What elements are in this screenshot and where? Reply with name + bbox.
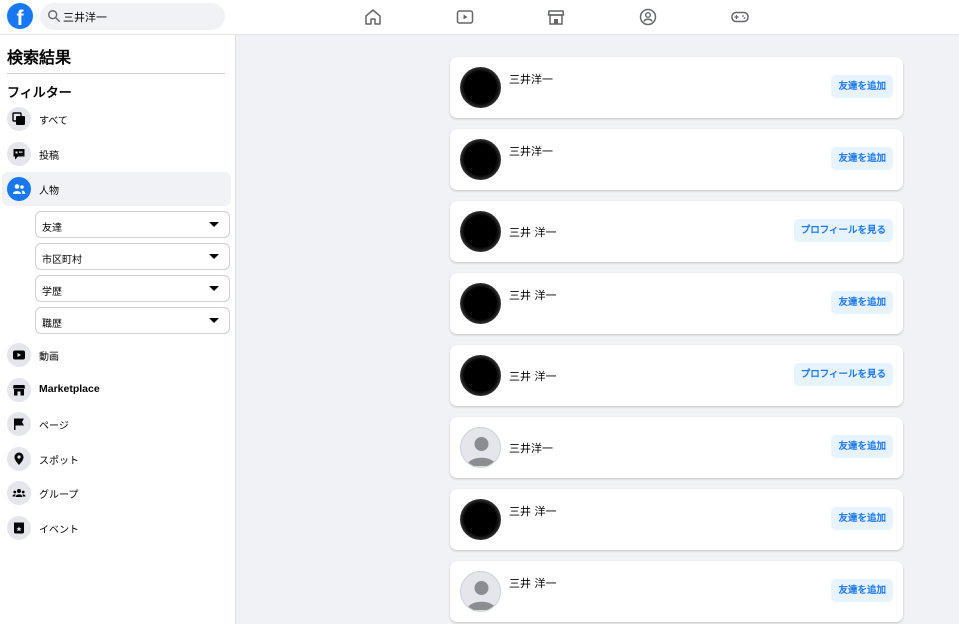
sidebar-item-label: すべて xyxy=(39,116,68,127)
friends-filter-select[interactable]: 友達 xyxy=(35,211,230,238)
chevron-down-icon xyxy=(209,222,219,227)
add-friend-button[interactable]: 友達を追加 xyxy=(831,291,893,314)
avatar[interactable] xyxy=(460,211,501,252)
sidebar-item-label: ページ xyxy=(39,421,69,432)
sidebar-item-people[interactable]: 人物 xyxy=(2,172,231,206)
avatar[interactable] xyxy=(460,499,501,540)
watch-icon[interactable] xyxy=(455,7,475,27)
city-filter-select[interactable]: 市区町村 xyxy=(35,243,230,270)
select-label: 職歴 xyxy=(42,319,62,330)
result-name[interactable]: 三井 洋一 xyxy=(509,287,557,303)
add-friend-button[interactable]: 友達を追加 xyxy=(831,147,893,170)
avatar[interactable] xyxy=(460,571,501,612)
sidebar-item-groups[interactable]: グループ xyxy=(2,476,231,510)
all-icon xyxy=(12,112,25,125)
facebook-logo[interactable]: f xyxy=(7,3,33,29)
sidebar-item-events[interactable]: イベント xyxy=(2,511,231,545)
work-filter-select[interactable]: 職歴 xyxy=(35,307,230,334)
result-name[interactable]: 三井 洋一 xyxy=(509,575,557,591)
sidebar-item-videos[interactable]: 動画 xyxy=(2,338,231,372)
avatar[interactable] xyxy=(460,67,501,108)
sidebar-item-label: グループ xyxy=(39,490,79,501)
sidebar-item-all[interactable]: すべて xyxy=(2,102,231,136)
avatar[interactable] xyxy=(460,355,501,396)
divider xyxy=(7,73,225,74)
add-friend-button[interactable]: 友達を追加 xyxy=(831,579,893,602)
sidebar-item-label: 動画 xyxy=(39,352,59,363)
marketplace-icon xyxy=(13,385,25,396)
search-result-card[interactable]: 三井洋一 友達を追加 xyxy=(450,417,903,478)
sidebar-item-label: イベント xyxy=(39,525,79,536)
groups-icon[interactable] xyxy=(638,7,658,27)
filters-heading: フィルター xyxy=(7,86,72,101)
result-name[interactable]: 三井 洋一 xyxy=(509,224,557,240)
search-result-card[interactable]: 三井 洋一 プロフィールを見る xyxy=(450,345,903,406)
groups-icon xyxy=(12,489,26,497)
sidebar-item-pages[interactable]: ページ xyxy=(2,407,231,441)
location-pin-icon xyxy=(14,452,24,465)
view-profile-button[interactable]: プロフィールを見る xyxy=(793,363,893,386)
search-result-card[interactable]: 三井洋一 友達を追加 xyxy=(450,57,903,118)
page-flag-icon xyxy=(14,418,24,430)
people-icon xyxy=(12,184,26,194)
select-label: 学歴 xyxy=(42,287,62,298)
result-name[interactable]: 三井洋一 xyxy=(509,71,553,87)
chevron-down-icon xyxy=(209,318,219,323)
search-result-card[interactable]: 三井 洋一 友達を追加 xyxy=(450,489,903,550)
result-name[interactable]: 三井洋一 xyxy=(509,440,553,456)
posts-icon xyxy=(13,149,25,160)
event-icon xyxy=(14,522,24,534)
sidebar-item-label: スポット xyxy=(39,456,79,467)
marketplace-icon[interactable] xyxy=(546,7,566,27)
page-title: 検索結果 xyxy=(7,48,72,67)
default-avatar-icon xyxy=(467,581,496,610)
search-result-card[interactable]: 三井洋一 友達を追加 xyxy=(450,129,903,190)
add-friend-button[interactable]: 友達を追加 xyxy=(831,75,893,98)
avatar[interactable] xyxy=(460,283,501,324)
search-input[interactable] xyxy=(63,7,213,26)
sidebar-item-label: Marketplace xyxy=(39,383,100,395)
select-label: 市区町村 xyxy=(42,255,82,266)
search-icon xyxy=(48,10,60,22)
education-filter-select[interactable]: 学歴 xyxy=(35,275,230,302)
default-avatar-icon xyxy=(467,437,496,466)
search-result-card[interactable]: 三井 洋一 友達を追加 xyxy=(450,273,903,334)
result-name[interactable]: 三井 洋一 xyxy=(509,368,557,384)
search-box[interactable] xyxy=(40,3,225,30)
home-icon[interactable] xyxy=(363,7,383,27)
sidebar-item-places[interactable]: スポット xyxy=(2,442,231,476)
avatar[interactable] xyxy=(460,139,501,180)
result-name[interactable]: 三井洋一 xyxy=(509,143,553,159)
video-icon xyxy=(13,350,25,360)
top-bar: f xyxy=(0,0,959,35)
result-name[interactable]: 三井 洋一 xyxy=(509,503,557,519)
select-label: 友達 xyxy=(42,223,62,234)
search-filters-sidebar: 検索結果 フィルター すべて 投稿 人物 友達 市区町村 学歴 職歴 動画 Ma… xyxy=(0,35,236,624)
chevron-down-icon xyxy=(209,254,219,259)
view-profile-button[interactable]: プロフィールを見る xyxy=(793,219,893,242)
gaming-icon[interactable] xyxy=(730,7,750,27)
sidebar-item-label: 投稿 xyxy=(39,151,59,162)
add-friend-button[interactable]: 友達を追加 xyxy=(831,435,893,458)
search-result-card[interactable]: 三井 洋一 友達を追加 xyxy=(450,561,903,622)
search-result-card[interactable]: 三井 洋一 プロフィールを見る xyxy=(450,201,903,262)
avatar[interactable] xyxy=(460,427,501,468)
add-friend-button[interactable]: 友達を追加 xyxy=(831,507,893,530)
sidebar-item-label: 人物 xyxy=(39,186,59,197)
sidebar-item-posts[interactable]: 投稿 xyxy=(2,137,231,171)
chevron-down-icon xyxy=(209,286,219,291)
sidebar-item-marketplace[interactable]: Marketplace xyxy=(2,373,231,407)
